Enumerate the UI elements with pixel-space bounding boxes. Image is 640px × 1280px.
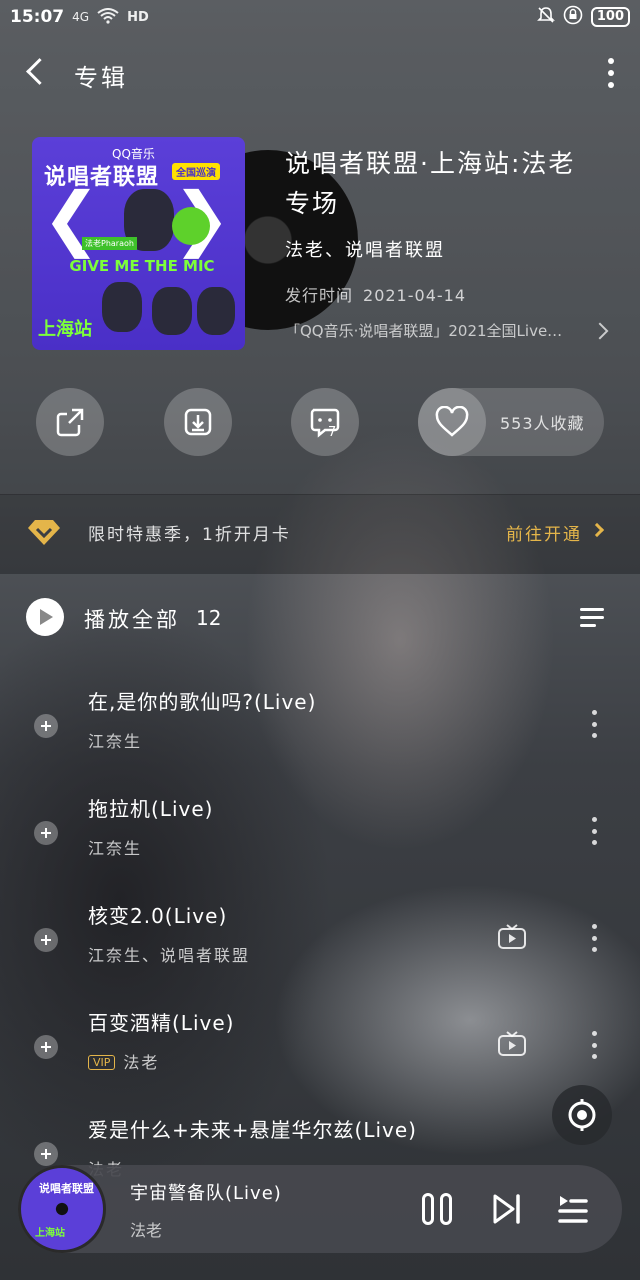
next-track-button[interactable] xyxy=(492,1193,522,1225)
promo-cta[interactable]: 前往开通 xyxy=(506,520,582,545)
release-label: 发行时间 xyxy=(285,286,354,305)
song-title: 百变酒精(Live) xyxy=(88,1011,235,1035)
app-header: 专辑 xyxy=(0,48,640,94)
song-row[interactable]: 核变2.0(Live) 江奈生、说唱者联盟 xyxy=(0,890,640,990)
battery-indicator: 100 xyxy=(590,7,630,27)
now-playing-artist: 法老 xyxy=(130,1221,163,1240)
playlist-queue-button[interactable] xyxy=(558,1193,588,1225)
more-options-icon[interactable] xyxy=(592,924,598,952)
pause-button[interactable] xyxy=(422,1193,456,1225)
signal-icon: 4G xyxy=(72,10,90,24)
back-button[interactable] xyxy=(22,56,52,86)
song-artist: 江奈生 xyxy=(88,835,142,859)
cover-green-icon xyxy=(172,207,210,245)
song-row[interactable]: 百变酒精(Live) VIP 法老 xyxy=(0,997,640,1097)
status-bar: 15:07 4G HD 100 xyxy=(0,0,640,34)
album-title: 说唱者联盟·上海站:法老专场 xyxy=(285,149,576,218)
add-icon[interactable] xyxy=(34,1035,58,1059)
song-artist: 江奈生、说唱者联盟 xyxy=(88,942,250,966)
artist-name: 法老 xyxy=(123,1053,160,1072)
cover-city: 上海站 xyxy=(38,319,92,340)
mv-icon[interactable] xyxy=(497,924,527,950)
add-icon[interactable] xyxy=(34,714,58,738)
skip-next-icon xyxy=(493,1194,520,1224)
comment-count: 7 xyxy=(328,425,337,440)
song-title: 核变2.0(Live) xyxy=(88,904,228,928)
chevron-right-icon xyxy=(589,522,605,538)
song-row[interactable]: 拖拉机(Live) 江奈生 xyxy=(0,783,640,883)
cover-performer-4 xyxy=(197,287,235,335)
track-count: 12 xyxy=(196,606,222,630)
comment-icon xyxy=(310,408,340,438)
release-date: 发行时间 2021-04-14 xyxy=(285,282,466,306)
album-artists[interactable]: 法老、说唱者联盟 xyxy=(285,236,445,262)
release-value: 2021-04-14 xyxy=(363,286,466,305)
heart-icon xyxy=(418,388,486,456)
artist-name: 江奈生、说唱者联盟 xyxy=(88,946,251,965)
cover-headline: GIVE ME THE MIC xyxy=(69,257,215,275)
mv-icon[interactable] xyxy=(497,1031,527,1057)
download-icon xyxy=(184,408,212,436)
album-cover[interactable]: QQ音乐 说唱者联盟 全国巡演 ❮ ❯ 法老Pharaoh GIVE ME TH… xyxy=(32,137,245,350)
song-row[interactable]: 在,是你的歌仙吗?(Live) 江奈生 xyxy=(0,676,640,776)
page-title: 专辑 xyxy=(74,64,128,92)
favorite-count: 553人收藏 xyxy=(500,414,585,433)
wifi-icon xyxy=(97,7,119,27)
mini-player[interactable]: 说唱者联盟 上海站 宇宙警备队(Live) 法老 xyxy=(18,1165,622,1253)
song-artist: VIP 法老 xyxy=(88,1049,159,1073)
song-title: 在,是你的歌仙吗?(Live) xyxy=(88,690,317,714)
favorite-button[interactable]: 553人收藏 xyxy=(418,388,604,456)
add-icon[interactable] xyxy=(34,1142,58,1166)
play-all-button[interactable] xyxy=(26,598,64,636)
comment-button[interactable]: 7 xyxy=(291,388,359,456)
add-icon[interactable] xyxy=(34,928,58,952)
art-city: 上海站 xyxy=(35,1228,65,1239)
more-options-icon[interactable] xyxy=(592,817,598,845)
lock-icon xyxy=(563,5,583,29)
vip-badge: VIP xyxy=(88,1055,116,1070)
diamond-icon xyxy=(26,518,62,550)
art-title: 说唱者联盟 xyxy=(39,1182,94,1195)
more-options-icon[interactable] xyxy=(592,1031,598,1059)
cover-tag: 法老Pharaoh xyxy=(82,237,137,250)
mute-icon xyxy=(536,6,555,28)
vip-promo-banner[interactable]: 限时特惠季，1折开月卡 前往开通 xyxy=(0,494,640,574)
share-button[interactable] xyxy=(36,388,104,456)
queue-icon xyxy=(558,1196,588,1223)
song-title: 爱是什么+未来+悬崖华尔兹(Live) xyxy=(88,1118,417,1142)
artist-name: 江奈生 xyxy=(88,839,143,858)
artist-name: 江奈生 xyxy=(88,732,143,751)
play-all-label[interactable]: 播放全部 xyxy=(84,604,180,634)
target-icon xyxy=(568,1099,596,1131)
now-playing-art[interactable]: 说唱者联盟 上海站 xyxy=(18,1165,106,1253)
song-artist: 江奈生 xyxy=(88,728,142,752)
hd-indicator: HD xyxy=(127,9,149,25)
list-manage-icon[interactable] xyxy=(580,606,606,630)
status-time: 15:07 xyxy=(10,7,65,27)
more-options-icon[interactable] xyxy=(606,58,616,88)
song-title: 拖拉机(Live) xyxy=(88,797,214,821)
download-button[interactable] xyxy=(164,388,232,456)
album-description[interactable]: 「QQ音乐·说唱者联盟」2021全国Live… xyxy=(285,320,585,341)
now-playing-title: 宇宙警备队(Live) xyxy=(130,1183,282,1204)
more-options-icon[interactable] xyxy=(592,710,598,738)
floating-action-button[interactable] xyxy=(552,1085,612,1145)
cover-performer-3 xyxy=(152,287,192,335)
share-icon xyxy=(56,408,84,437)
cover-performer-2 xyxy=(102,282,142,332)
add-icon[interactable] xyxy=(34,821,58,845)
promo-text: 限时特惠季，1折开月卡 xyxy=(88,525,291,545)
